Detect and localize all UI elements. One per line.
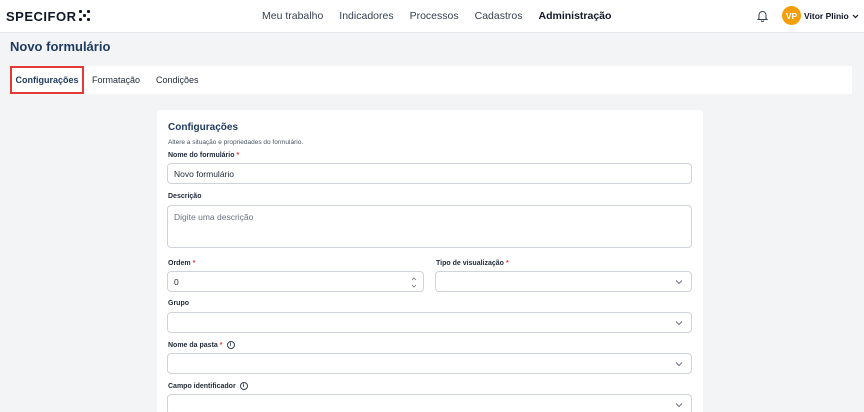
bell-icon[interactable] (757, 10, 768, 22)
main-nav: Meu trabalho Indicadores Processos Cadas… (262, 10, 611, 22)
brand-logo[interactable]: SPECIFOR (6, 9, 91, 24)
required-mark: * (236, 152, 240, 159)
identifier-field-label: Campo identificador i (168, 382, 248, 390)
nav-item-meu-trabalho[interactable]: Meu trabalho (262, 10, 323, 22)
tab-configuracoes[interactable]: Configurações (10, 66, 84, 94)
nav-item-processos[interactable]: Processos (410, 10, 459, 22)
settings-card: Configurações Altere a situação e propri… (157, 110, 703, 412)
user-menu[interactable]: Vitor Plinio (804, 11, 859, 21)
view-type-select[interactable] (435, 271, 692, 292)
info-icon[interactable]: i (239, 382, 248, 390)
card-subtitle: Altere a situação e propriedades do form… (168, 139, 304, 146)
logo-mark-icon (79, 10, 91, 21)
chevron-down-icon (675, 361, 683, 366)
page-title: Novo formulário (10, 39, 111, 54)
required-mark: * (192, 260, 196, 267)
order-number-input[interactable]: 0 (167, 271, 424, 292)
group-label: Grupo (168, 300, 189, 307)
chevron-down-icon (675, 279, 683, 284)
top-bar: SPECIFOR Meu trabalho Indicadores Proces… (0, 0, 864, 33)
chevron-down-icon (675, 402, 683, 407)
tab-formatacao[interactable]: Formatação (92, 66, 140, 94)
user-name: Vitor Plinio (804, 11, 849, 21)
nav-item-administracao[interactable]: Administração (538, 10, 611, 22)
order-label: Ordem * (168, 260, 196, 267)
nav-item-indicadores[interactable]: Indicadores (339, 10, 393, 22)
identifier-field-select[interactable] (167, 394, 692, 412)
view-type-label: Tipo de visualização * (436, 260, 509, 267)
form-name-input[interactable]: Novo formulário (167, 163, 692, 184)
required-mark: * (505, 260, 509, 267)
stepper-arrows-icon[interactable] (411, 275, 417, 290)
group-select[interactable] (167, 312, 692, 333)
description-label: Descrição (168, 193, 202, 200)
description-textarea[interactable]: Digite uma descrição (167, 205, 692, 248)
avatar[interactable]: VP (782, 6, 801, 25)
chevron-down-icon (675, 320, 683, 325)
chevron-down-icon (852, 14, 859, 18)
info-icon[interactable]: i (226, 341, 235, 349)
brand-name: SPECIFOR (6, 9, 77, 24)
form-name-label: Nome do formulário * (168, 152, 240, 159)
tabs-bar: Configurações Formatação Condições (10, 66, 852, 94)
nav-item-cadastros[interactable]: Cadastros (475, 10, 523, 22)
folder-name-select[interactable] (167, 353, 692, 374)
card-title: Configurações (168, 122, 239, 133)
avatar-initials: VP (785, 10, 798, 21)
tab-condicoes[interactable]: Condições (156, 66, 199, 94)
folder-name-label: Nome da pasta * i (168, 341, 235, 349)
required-mark: * (219, 341, 223, 349)
